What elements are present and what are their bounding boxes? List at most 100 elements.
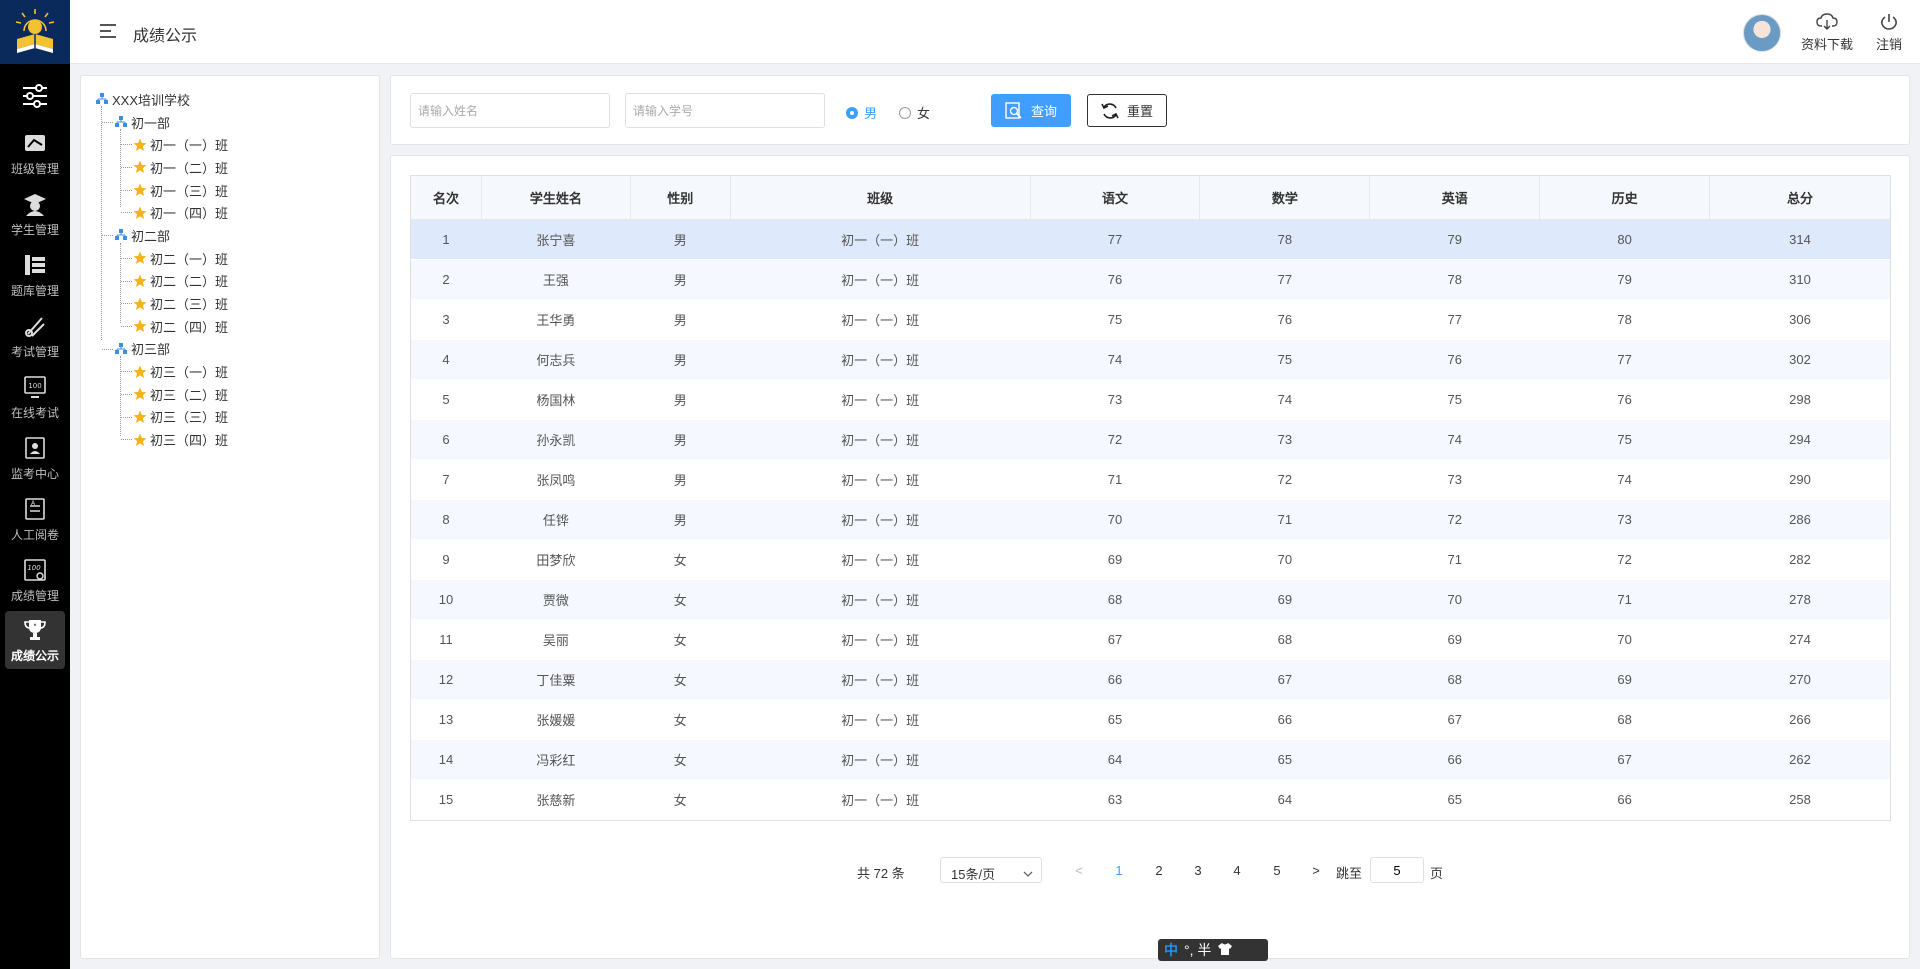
- column-header[interactable]: 学生姓名: [480, 175, 631, 220]
- column-header[interactable]: 英语: [1369, 175, 1541, 220]
- tree-node-class[interactable]: 初一（一）班: [95, 133, 228, 156]
- tree-node-class[interactable]: 初一（三）班: [95, 179, 228, 202]
- radio-label: 女: [917, 106, 931, 121]
- table-row[interactable]: 4 何志兵男初一（一）班 74 75 76 77 302: [410, 339, 1891, 380]
- column-header[interactable]: 班级: [729, 175, 1031, 220]
- gender-radio-male[interactable]: 男: [846, 103, 877, 122]
- table-cell: 77: [1539, 339, 1710, 380]
- hamburger-icon[interactable]: [100, 24, 116, 40]
- online-exam-icon: 100: [21, 374, 49, 400]
- nav-student-management[interactable]: 学生管理: [0, 185, 70, 243]
- tree-node-class[interactable]: 初三（四）班: [95, 428, 228, 451]
- page-button-3[interactable]: 3: [1188, 863, 1208, 878]
- table-row[interactable]: 11 吴丽女初一（一）班 67 68 69 70 274: [410, 619, 1891, 660]
- tree-label: 初一（四）班: [150, 206, 229, 222]
- table-cell: 4: [410, 339, 482, 380]
- tree-node-class[interactable]: 初二（三）班: [95, 292, 228, 315]
- table-row[interactable]: 15 张慈新女初一（一）班 63 64 65 66 258: [410, 779, 1891, 820]
- org-icon: [114, 342, 128, 356]
- table-cell: 2: [410, 259, 482, 300]
- table-cell: 5: [410, 379, 482, 420]
- page-button-1[interactable]: 1: [1109, 863, 1129, 878]
- table-row[interactable]: 14 冯彩红女初一（一）班 64 65 66 67 262: [410, 739, 1891, 780]
- refresh-icon: [1101, 102, 1119, 120]
- table-cell: 男: [630, 339, 731, 380]
- table-cell: 贾微: [481, 579, 631, 620]
- reset-button[interactable]: 重置: [1087, 94, 1167, 127]
- table-row[interactable]: 6 孙永凯男初一（一）班 72 73 74 75 294: [410, 419, 1891, 460]
- column-header[interactable]: 语文: [1029, 175, 1201, 220]
- student-id-input[interactable]: [625, 93, 825, 128]
- table-row[interactable]: 12 丁佳粟女初一（一）班 66 67 68 69 270: [410, 659, 1891, 700]
- tree-node-class[interactable]: 初二（四）班: [95, 315, 228, 338]
- table-row[interactable]: 9 田梦欣女初一（一）班 69 70 71 72 282: [410, 539, 1891, 580]
- page-button-2[interactable]: 2: [1149, 863, 1169, 878]
- next-page-button[interactable]: >: [1306, 863, 1326, 878]
- tree-node-group[interactable]: 初三部: [95, 338, 228, 361]
- page-button-4[interactable]: 4: [1227, 863, 1247, 878]
- page-unit-label: 页: [1430, 866, 1444, 881]
- table-cell: 78: [1369, 259, 1540, 300]
- pagination: 共 72 条 15条/页 < 1 2 3 4 5 > 跳至 页: [391, 856, 1911, 886]
- reset-label: 重置: [1126, 104, 1153, 119]
- table-row[interactable]: 2 王强男初一（一）班 76 77 78 79 310: [410, 259, 1891, 300]
- table-cell: 67: [1539, 739, 1710, 780]
- gender-radio-female[interactable]: 女: [899, 103, 930, 122]
- ime-toolbar[interactable]: 中 °, 半: [1158, 939, 1268, 961]
- tree-node-class[interactable]: 初二（一）班: [95, 247, 228, 270]
- tree-node-class[interactable]: 初一（四）班: [95, 201, 228, 224]
- menu-toggle-icon[interactable]: [0, 78, 70, 114]
- star-icon: [133, 138, 147, 152]
- table-cell: 73: [1369, 459, 1540, 500]
- tree-node-root[interactable]: XXX培训学校: [95, 88, 228, 111]
- tree-node-group[interactable]: 初一部: [95, 111, 228, 134]
- tree-label: 初三（一）班: [150, 365, 229, 381]
- nav-online-exam[interactable]: 100 在线考试: [0, 368, 70, 426]
- table-row[interactable]: 13 张媛媛女初一（一）班 65 66 67 68 266: [410, 699, 1891, 740]
- skin-shirt-icon[interactable]: [1217, 942, 1233, 959]
- tree-node-class[interactable]: 初一（二）班: [95, 156, 228, 179]
- tree-node-class[interactable]: 初二（二）班: [95, 270, 228, 293]
- name-search-input[interactable]: [410, 93, 610, 128]
- table-cell: 初一（一）班: [730, 619, 1031, 660]
- nav-proctor-center[interactable]: 监考中心: [0, 429, 70, 487]
- table-row[interactable]: 5 杨国林男初一（一）班 73 74 75 76 298: [410, 379, 1891, 420]
- column-header[interactable]: 性别: [629, 175, 731, 220]
- tree-node-group[interactable]: 初二部: [95, 224, 228, 247]
- tree-node-class[interactable]: 初三（二）班: [95, 383, 228, 406]
- column-header[interactable]: 总分: [1709, 175, 1891, 220]
- page-button-5[interactable]: 5: [1267, 863, 1287, 878]
- trophy-icon: [21, 617, 49, 643]
- nav-score-publicity[interactable]: 成绩公示: [5, 611, 65, 669]
- table-row[interactable]: 8 任铧男初一（一）班 70 71 72 73 286: [410, 499, 1891, 540]
- nav-manual-grading[interactable]: A 人工阅卷: [0, 490, 70, 548]
- column-header[interactable]: 数学: [1199, 175, 1371, 220]
- nav-exam-management[interactable]: 考试管理: [0, 307, 70, 365]
- logout-button[interactable]: 注销: [1876, 12, 1902, 53]
- table-row[interactable]: 7 张凤鸣男初一（一）班 71 72 73 74 290: [410, 459, 1891, 500]
- query-button[interactable]: 查询: [991, 94, 1071, 127]
- table-cell: 73: [1199, 419, 1370, 460]
- nav-class-management[interactable]: 班级管理: [0, 124, 70, 182]
- total-count: 共 72 条: [857, 866, 905, 881]
- table-cell: 74: [1539, 459, 1710, 500]
- page-size-select[interactable]: 15条/页: [940, 857, 1042, 883]
- avatar[interactable]: [1743, 14, 1781, 52]
- jump-page-input[interactable]: [1370, 857, 1424, 883]
- table-cell: 71: [1030, 459, 1200, 500]
- table-row[interactable]: 3 王华勇男初一（一）班 75 76 77 78 306: [410, 299, 1891, 340]
- nav-score-management[interactable]: 100 成绩管理: [0, 551, 70, 609]
- table-cell: 7: [410, 459, 482, 500]
- ime-mode[interactable]: 中: [1164, 940, 1178, 960]
- column-header[interactable]: 历史: [1539, 175, 1711, 220]
- prev-page-button[interactable]: <: [1069, 863, 1089, 878]
- table-cell: 274: [1709, 619, 1891, 660]
- table-cell: 72: [1539, 539, 1710, 580]
- download-button[interactable]: 资料下载: [1801, 12, 1853, 53]
- table-row[interactable]: 1 张宁喜男初一（一）班 77 78 79 80 314: [410, 219, 1891, 260]
- column-header[interactable]: 名次: [410, 175, 482, 220]
- tree-node-class[interactable]: 初三（一）班: [95, 360, 228, 383]
- tree-node-class[interactable]: 初三（三）班: [95, 406, 228, 429]
- nav-question-bank[interactable]: 题库管理: [0, 246, 70, 304]
- table-row[interactable]: 10 贾微女初一（一）班 68 69 70 71 278: [410, 579, 1891, 620]
